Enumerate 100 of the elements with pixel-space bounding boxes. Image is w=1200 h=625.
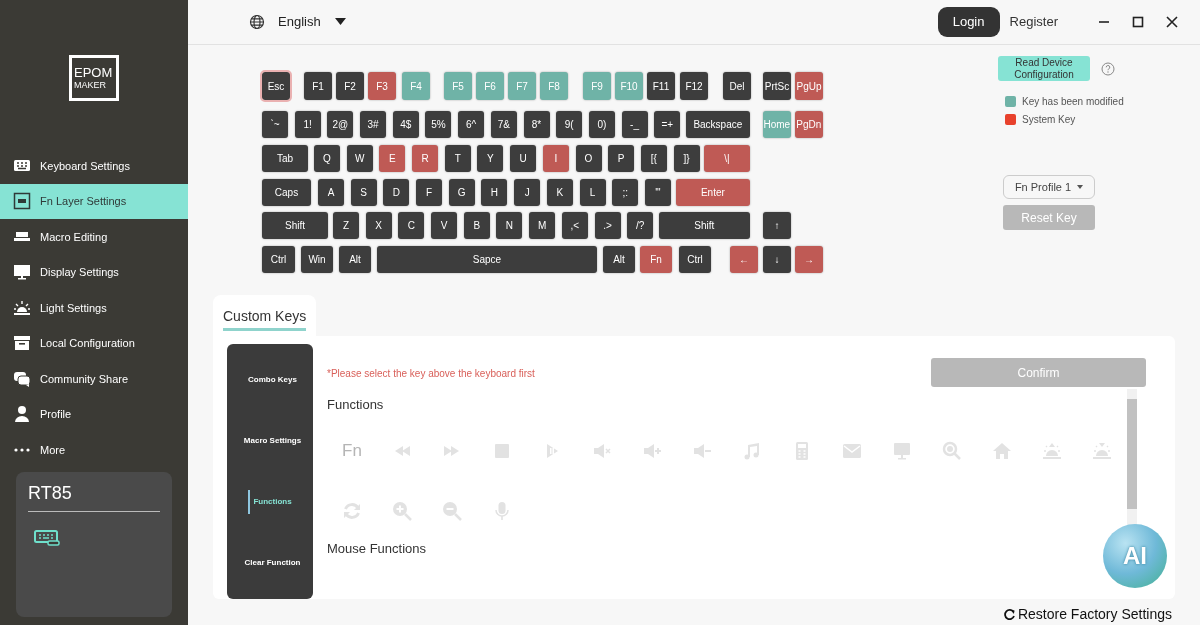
custom-keys-tab[interactable]: Custom Keys — [213, 295, 317, 336]
read-configuration-button[interactable]: Read Device Configuration — [998, 56, 1090, 81]
zoom-in-icon[interactable] — [392, 500, 412, 521]
sidebar-item[interactable]: Fn Layer Settings — [0, 183, 188, 219]
sidebar-item[interactable]: More — [0, 432, 188, 468]
key[interactable]: =+ — [654, 111, 681, 138]
key[interactable]: W — [346, 145, 373, 172]
scrollbar-thumb[interactable] — [1127, 399, 1137, 509]
key[interactable]: 4$ — [392, 111, 419, 138]
home-icon[interactable] — [992, 440, 1012, 461]
key[interactable]: 7& — [490, 111, 517, 138]
key[interactable]: 2@ — [327, 111, 354, 138]
help-icon[interactable] — [1101, 61, 1115, 76]
key[interactable]: F1 — [304, 72, 332, 100]
custom-menu-item[interactable]: Functions — [248, 489, 292, 514]
key[interactable]: [{ — [640, 145, 667, 172]
microphone-icon[interactable] — [492, 500, 512, 521]
sidebar-item[interactable]: Community Share — [0, 361, 188, 397]
refresh-icon[interactable] — [342, 500, 362, 521]
caret-icon[interactable] — [334, 18, 346, 26]
key[interactable]: .> — [594, 212, 621, 239]
key[interactable]: 5% — [425, 111, 452, 138]
key[interactable]: Del — [723, 72, 751, 100]
key[interactable]: E — [379, 145, 406, 172]
sidebar-item[interactable]: Profile — [0, 396, 188, 432]
key[interactable]: S — [350, 179, 377, 206]
music-note-icon[interactable] — [742, 440, 762, 461]
key[interactable]: → — [795, 246, 823, 273]
search-icon[interactable] — [942, 440, 962, 461]
key[interactable]: K — [546, 179, 573, 206]
key[interactable]: F11 — [647, 72, 675, 100]
key[interactable]: PgUp — [795, 72, 823, 100]
key[interactable]: T — [444, 145, 471, 172]
key[interactable]: 6^ — [458, 111, 485, 138]
key[interactable]: P — [608, 145, 635, 172]
profile-select[interactable]: Fn Profile 1 — [1003, 175, 1095, 199]
key[interactable]: B — [463, 212, 490, 239]
sidebar-item[interactable]: Macro Editing — [0, 219, 188, 255]
custom-menu-item[interactable]: Clear Function — [239, 550, 301, 575]
register-link[interactable]: Register — [1009, 12, 1058, 32]
key[interactable]: Backspace — [685, 111, 750, 138]
key[interactable]: F12 — [680, 72, 708, 100]
key[interactable]: 3# — [360, 111, 387, 138]
key[interactable]: H — [481, 179, 508, 206]
key[interactable]: N — [496, 212, 523, 239]
key[interactable]: Shift — [658, 212, 750, 239]
key[interactable]: F — [416, 179, 443, 206]
key[interactable]: Alt — [339, 246, 371, 273]
key[interactable]: ← — [730, 246, 758, 273]
key[interactable]: ↑ — [762, 212, 791, 239]
key[interactable]: M — [529, 212, 556, 239]
key[interactable]: 9( — [556, 111, 583, 138]
key[interactable]: \| — [703, 145, 750, 172]
key[interactable]: 0) — [588, 111, 615, 138]
keyboard-icon[interactable] — [34, 529, 60, 546]
sidebar-item[interactable]: Light Settings — [0, 290, 188, 326]
key[interactable]: C — [398, 212, 425, 239]
key[interactable]: G — [448, 179, 475, 206]
key[interactable]: PrtSc — [763, 72, 791, 100]
key[interactable]: Fn — [640, 246, 672, 273]
key[interactable]: L — [579, 179, 606, 206]
restore-factory-link[interactable]: Restore Factory Settings — [1002, 604, 1172, 625]
key[interactable]: Esc — [262, 72, 290, 100]
key[interactable]: A — [318, 179, 344, 206]
key[interactable]: Tab — [262, 145, 308, 172]
custom-menu-item[interactable]: Macro Settings — [238, 429, 302, 454]
key[interactable]: PgDn — [794, 111, 823, 138]
caret-icon[interactable] — [1077, 185, 1084, 189]
key[interactable]: 1! — [294, 111, 321, 138]
key[interactable]: U — [510, 145, 537, 172]
key[interactable]: J — [514, 179, 541, 206]
key[interactable]: Caps — [262, 179, 311, 206]
key[interactable]: Sapce — [377, 246, 597, 273]
key[interactable]: ;: — [612, 179, 639, 206]
sidebar-item[interactable]: Local Configuration — [0, 325, 188, 361]
key[interactable]: Shift — [262, 212, 328, 239]
key[interactable]: Y — [477, 145, 504, 172]
key[interactable]: Q — [314, 145, 340, 172]
key[interactable]: Enter — [675, 179, 750, 206]
key[interactable]: I — [542, 145, 569, 172]
key[interactable]: Ctrl — [679, 246, 711, 273]
sidebar-item[interactable]: Keyboard Settings — [0, 148, 188, 184]
key[interactable]: ,< — [561, 212, 588, 239]
key[interactable]: V — [431, 212, 458, 239]
key[interactable]: R — [412, 145, 439, 172]
custom-menu-item[interactable]: Combo Keys — [243, 368, 297, 393]
key[interactable]: O — [575, 145, 602, 172]
key[interactable]: -_ — [621, 111, 648, 138]
key[interactable]: '" — [644, 179, 671, 206]
key[interactable]: /? — [627, 212, 654, 239]
key[interactable]: F2 — [336, 72, 364, 100]
key[interactable]: ]} — [673, 145, 700, 172]
globe-icon[interactable] — [249, 14, 265, 30]
zoom-out-icon[interactable] — [442, 500, 462, 521]
key[interactable]: Alt — [603, 246, 635, 273]
key[interactable]: X — [365, 212, 392, 239]
login-button[interactable]: Login — [937, 7, 1000, 37]
maximize-icon[interactable] — [1132, 16, 1144, 28]
monitor-icon[interactable] — [892, 440, 912, 461]
sidebar-item[interactable]: Display Settings — [0, 254, 188, 290]
